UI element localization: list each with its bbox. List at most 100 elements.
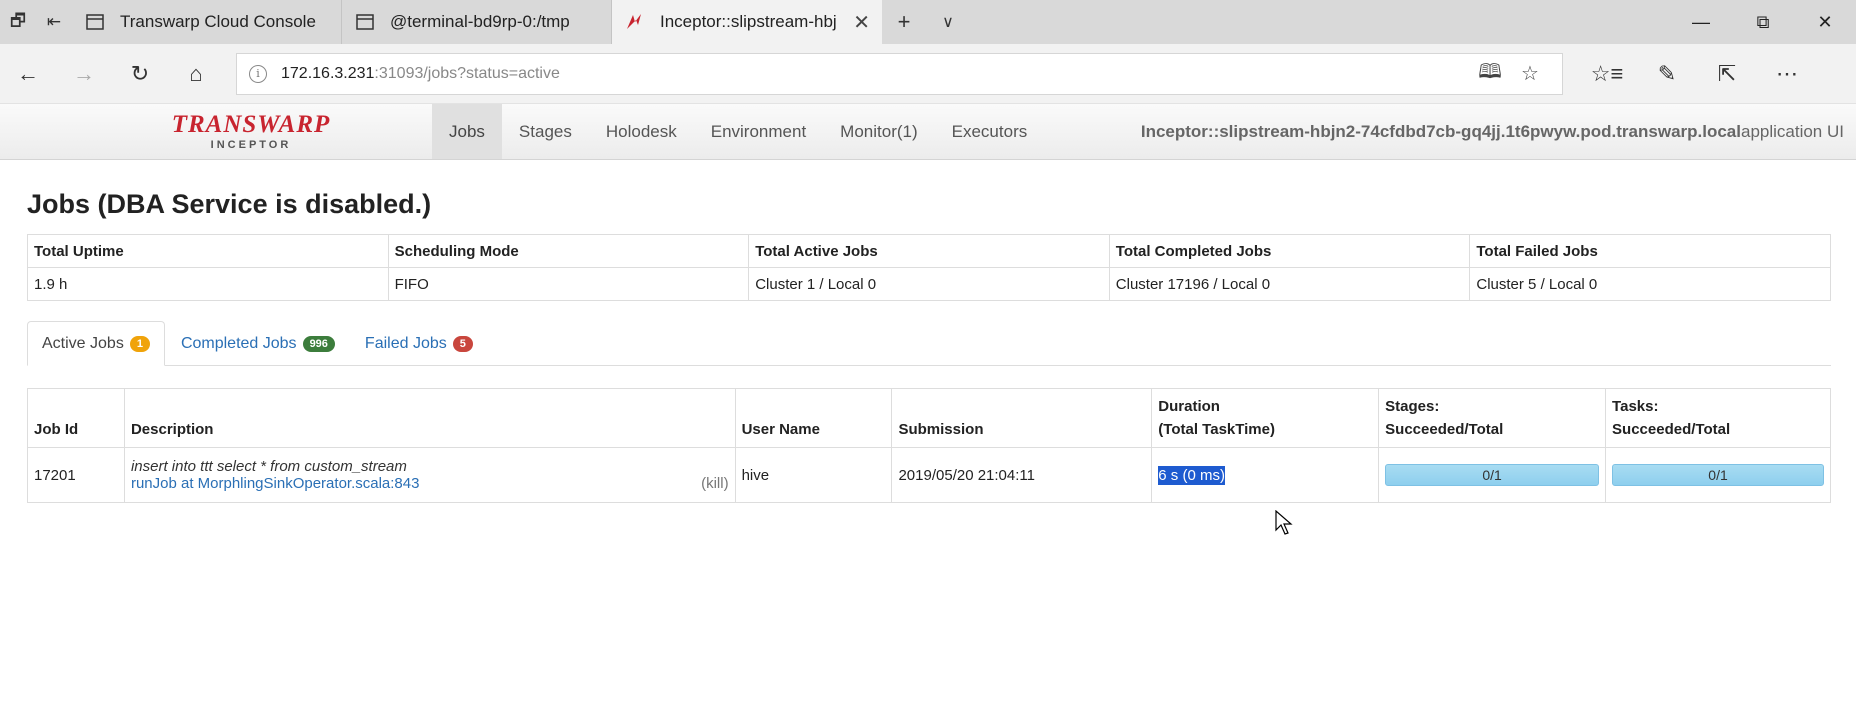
header-line: (Total TaskTime) [1158,421,1275,438]
back-icon[interactable]: ← [0,44,56,104]
browser-tab-2[interactable]: @terminal-bd9rp-0:/tmp [342,0,612,44]
table-row: 17201 insert into ttt select * from cust… [27,447,1831,503]
pen-icon[interactable]: ✎ [1637,44,1697,104]
stages-cell: 0/1 [1378,447,1607,503]
column-header-stages[interactable]: Stages: Succeeded/Total [1378,388,1607,448]
app-host-name: Inceptor::slipstream-hbjn2-74cfdbd7cb-gq… [1140,122,1741,141]
header-line: Duration [1158,398,1220,415]
url-path: :31093/jobs?status=active [374,64,560,82]
info-icon[interactable]: i [249,64,267,83]
browser-tab-3[interactable]: Inceptor::slipstream-hbj ✕ [612,0,882,44]
tab-title: Transwarp Cloud Console [120,12,316,31]
tab-label: Completed Jobs [180,334,297,352]
jobs-table: Job Id Description User Name Submission … [27,388,1831,503]
app-navbar: TRANSWARP INCEPTOR Jobs Stages Holodesk … [0,104,1856,160]
mouse-cursor-icon [1275,510,1293,535]
more-icon[interactable]: ⋯ [1757,44,1817,104]
browser-tab-bar: 🗗 ⇤ Transwarp Cloud Console @terminal-bd… [0,0,1856,44]
progress-label: 0/1 [1482,467,1502,483]
app-suffix: application UI [1740,122,1844,141]
summary-value: Cluster 5 / Local 0 [1469,267,1831,301]
duration-cell: 6 s (0 ms) [1151,447,1380,503]
stages-progress-bar: 0/1 [1385,464,1600,486]
user-cell: hive [734,447,893,503]
summary-header: Total Completed Jobs [1108,234,1471,268]
transwarp-logo[interactable]: TRANSWARP INCEPTOR [0,104,432,159]
header-line: Stages: [1385,398,1440,415]
page-content: Jobs (DBA Service is disabled.) Total Up… [0,186,1856,503]
nav-tabs: Jobs Stages Holodesk Environment Monitor… [432,104,1044,159]
logo-brand: TRANSWARP [171,110,331,138]
nav-tab-environment[interactable]: Environment [694,104,823,159]
count-badge: 996 [302,335,335,352]
tab-title: Inceptor::slipstream-hbj [660,12,837,31]
summary-value: FIFO [387,267,750,301]
duration-value: 6 s (0 ms) [1158,465,1225,485]
submission-cell: 2019/05/20 21:04:11 [891,447,1153,503]
summary-value: 1.9 h [27,267,389,301]
close-window-icon[interactable]: ✕ [1794,0,1856,44]
new-tab-icon[interactable]: + [882,0,926,44]
job-link[interactable]: runJob at MorphlingSinkOperator.scala:84… [131,475,729,492]
home-icon[interactable]: ⌂ [168,44,224,104]
page-icon [354,13,376,31]
header-line: Succeeded/Total [1612,421,1731,438]
header-line: Tasks: [1612,398,1659,415]
star-icon[interactable]: ☆ [1510,61,1550,86]
progress-label: 0/1 [1708,467,1728,483]
tab-active-jobs[interactable]: Active Jobs 1 [27,321,165,366]
tab-label: Active Jobs [42,334,124,352]
page-title: Jobs (DBA Service is disabled.) [27,189,432,219]
summary-header: Scheduling Mode [387,234,750,268]
favorites-icon[interactable]: ☆≡ [1577,44,1637,104]
url-input[interactable]: i 172.16.3.231:31093/jobs?status=active … [236,52,1563,95]
tasks-cell: 0/1 [1605,447,1831,503]
refresh-icon[interactable]: ↻ [112,44,168,104]
tasks-progress-bar: 0/1 [1612,464,1824,486]
forward-icon[interactable]: → [56,44,112,104]
reading-view-icon[interactable]: 🕮 [1470,57,1510,91]
job-tabs: Active Jobs 1 Completed Jobs 996 Failed … [27,321,1831,366]
count-badge: 1 [129,335,150,352]
count-badge: 5 [452,335,473,352]
summary-value: Cluster 1 / Local 0 [748,267,1110,301]
nav-tab-executors[interactable]: Executors [935,104,1045,159]
kill-link[interactable]: (kill) [701,475,729,492]
minimize-icon[interactable]: — [1670,0,1732,44]
column-header-submission[interactable]: Submission [891,388,1153,448]
table-header-row: Job Id Description User Name Submission … [27,388,1831,448]
page-icon [84,13,106,31]
close-icon[interactable]: ✕ [853,10,870,35]
url-host: 172.16.3.231 [281,64,375,82]
share-icon[interactable]: ⇱ [1697,44,1757,104]
summary-header: Total Uptime [27,234,389,268]
job-description: insert into ttt select * from custom_str… [130,458,407,475]
column-header-duration[interactable]: Duration (Total TaskTime) [1151,388,1380,448]
description-cell: insert into ttt select * from custom_str… [123,447,736,503]
column-header-user[interactable]: User Name [734,388,893,448]
column-header-tasks[interactable]: Tasks: Succeeded/Total [1605,388,1831,448]
nav-tab-monitor[interactable]: Monitor(1) [823,104,934,159]
header-line: Succeeded/Total [1385,421,1504,438]
summary-value: Cluster 17196 / Local 0 [1108,267,1471,301]
address-bar: ← → ↻ ⌂ i 172.16.3.231:31093/jobs?status… [0,44,1856,104]
tab-completed-jobs[interactable]: Completed Jobs 996 [167,321,349,366]
nav-tab-jobs[interactable]: Jobs [432,104,502,159]
nav-tab-holodesk[interactable]: Holodesk [589,104,694,159]
job-id-cell: 17201 [27,447,125,503]
summary-header: Total Active Jobs [748,234,1110,268]
browser-tab-1[interactable]: Transwarp Cloud Console [72,0,342,44]
chevron-down-icon[interactable]: ∨ [926,0,970,44]
column-header-job-id[interactable]: Job Id [27,388,125,448]
summary-header: Total Failed Jobs [1469,234,1831,268]
restore-icon[interactable]: ⧉ [1732,0,1794,44]
summary-table: Total Uptime Scheduling Mode Total Activ… [27,234,1831,301]
logo-sub: INCEPTOR [210,138,292,151]
tab-failed-jobs[interactable]: Failed Jobs 5 [351,321,487,366]
application-name: Inceptor::slipstream-hbjn2-74cfdbd7cb-gq… [1141,104,1844,160]
tab-list-icon[interactable]: 🗗 [0,0,36,44]
column-header-description[interactable]: Description [123,388,736,448]
transwarp-icon [624,13,646,31]
nav-tab-stages[interactable]: Stages [502,104,589,159]
set-tabs-aside-icon[interactable]: ⇤ [36,0,72,44]
